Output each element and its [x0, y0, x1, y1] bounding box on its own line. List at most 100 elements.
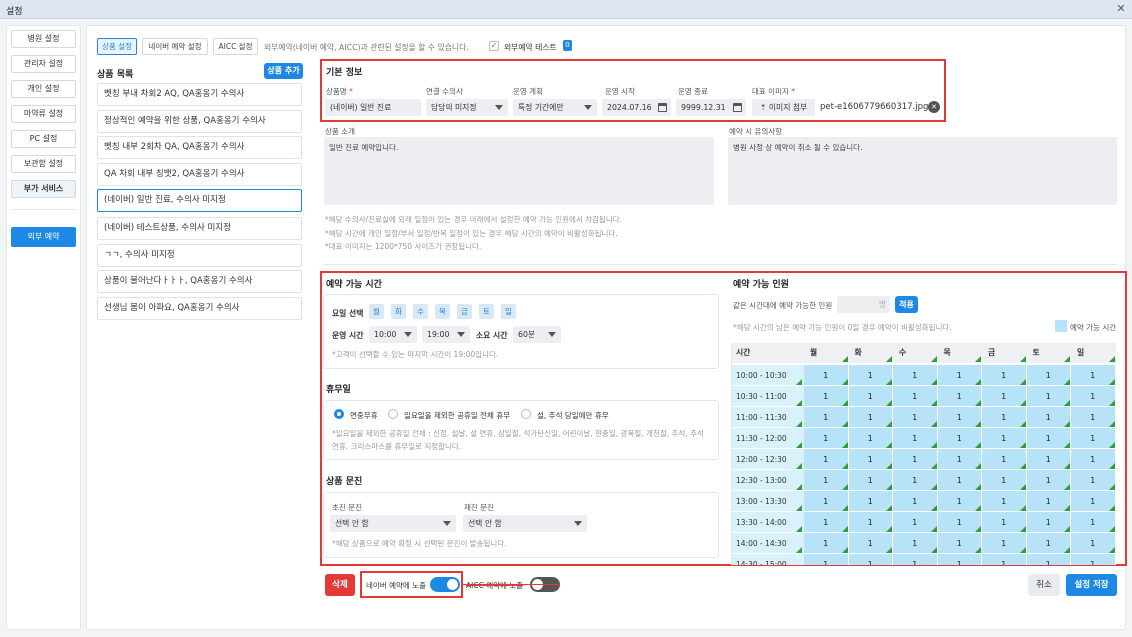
calendar-icon[interactable] [733, 103, 742, 112]
sidebar-item-personal[interactable]: 개인 설정 [11, 80, 76, 98]
op-start-select[interactable]: 10:00 [369, 326, 417, 343]
grid-capacity-cell[interactable]: 1 [1071, 554, 1116, 565]
corner-marker-icon [930, 379, 937, 385]
corner-marker-icon [930, 442, 937, 448]
duration-select[interactable]: 60분 [513, 326, 561, 343]
op-end-select[interactable]: 19:00 [422, 326, 470, 343]
re-quest-select[interactable]: 선택 안 함 [463, 515, 587, 532]
product-item[interactable]: 상품이 불어난다ㅏㅏㅏ, QA홍옹기 수의사 [97, 270, 302, 293]
grid-time-cell: 12:00 - 12:30 [732, 449, 804, 470]
chevron-down-icon [584, 105, 592, 110]
corner-marker-icon [841, 526, 848, 532]
corner-marker-icon [841, 463, 848, 469]
basic-note: *대표 이미지는 1200*750 사이즈가 권장됩니다. [325, 242, 482, 251]
clear-image-icon[interactable]: ✕ [928, 101, 940, 113]
start-date-input[interactable]: 2024.07.16 [602, 99, 671, 116]
save-button[interactable]: 설정 저장 [1066, 574, 1117, 596]
grid-capacity-cell[interactable]: 1 [1026, 554, 1071, 565]
capacity-input[interactable]: 명 [837, 296, 890, 313]
intro-textarea[interactable]: 일반 진료 예약입니다. [324, 137, 714, 205]
tab-product[interactable]: 상품 설정 [97, 38, 137, 55]
holiday-radio-lunar[interactable] [521, 409, 531, 419]
same-time-label: 같은 시간대에 예약 가능한 인원 [733, 301, 833, 310]
ext-test-checkbox[interactable]: ✓ [489, 41, 499, 51]
sidebar-item-hospital[interactable]: 병원 설정 [11, 30, 76, 48]
people-note: *해당 시간의 남은 예약 가능 인원이 0일 경우 예약이 비활성화됩니다. [733, 323, 952, 332]
caution-textarea[interactable]: 병원 사정 상 예약이 취소 될 수 있습니다. [728, 137, 1117, 205]
corner-marker-icon [1108, 356, 1115, 362]
corner-marker-icon [1019, 547, 1026, 553]
ext-test-label: 외부예약 테스트 [504, 43, 557, 52]
corner-marker-icon [886, 505, 892, 511]
grid-capacity-cell[interactable]: 1 [982, 554, 1027, 565]
name-label: 상품명 * [326, 87, 353, 96]
grid-time-cell: 11:30 - 12:00 [732, 428, 804, 449]
product-item[interactable]: 선생님 몸이 아파요, QA홍옹기 수의사 [97, 297, 302, 320]
close-icon[interactable]: ✕ [1114, 2, 1128, 16]
corner-marker-icon [886, 547, 892, 553]
image-filename: pet-e1606779660317.jpg [820, 102, 929, 112]
end-date-input[interactable]: 9999.12.31 [676, 99, 746, 116]
product-item-selected[interactable]: (네이버) 일반 진료, 수의사 미지정 [97, 189, 302, 212]
corner-marker-icon [930, 421, 937, 427]
corner-marker-icon [1064, 526, 1070, 532]
day-wed[interactable]: 수 [413, 304, 428, 319]
first-quest-select[interactable]: 선택 안 함 [330, 515, 456, 532]
corner-marker-icon [886, 421, 892, 427]
day-thu[interactable]: 목 [435, 304, 450, 319]
corner-marker-icon [1019, 356, 1026, 362]
corner-marker-icon [841, 547, 848, 553]
day-sat[interactable]: 토 [479, 304, 494, 319]
corner-marker-icon [841, 484, 848, 490]
product-item[interactable]: 정상적인 예약을 위한 상품, QA홍옹기 수의사 [97, 110, 302, 133]
sidebar-item-admin[interactable]: 관리자 설정 [11, 55, 76, 73]
delete-button[interactable]: 삭제 [325, 574, 355, 596]
corner-marker-icon [975, 526, 981, 532]
sidebar-item-narcotics[interactable]: 마약류 설정 [11, 105, 76, 123]
grid-capacity-cell[interactable]: 1 [937, 554, 982, 565]
corner-marker-icon [1108, 421, 1115, 427]
product-item[interactable]: (네이버) 테스트상품, 수의사 미지정 [97, 217, 302, 240]
people-title: 예약 가능 인원 [733, 280, 789, 290]
corner-marker-icon [841, 505, 848, 511]
vet-select[interactable]: 담당의 미지정 [426, 99, 508, 116]
sidebar-item-pc[interactable]: PC 설정 [11, 130, 76, 148]
day-fri[interactable]: 금 [457, 304, 472, 319]
day-sun[interactable]: 일 [501, 304, 516, 319]
corner-marker-icon [796, 526, 802, 532]
holiday-radio-public[interactable] [388, 409, 398, 419]
tab-naver[interactable]: 네이버 예약 설정 [142, 38, 208, 55]
corner-marker-icon [886, 526, 892, 532]
name-input[interactable]: (네이버) 일반 진료 [325, 99, 421, 116]
grid-capacity-cell[interactable]: 1 [848, 554, 893, 565]
sidebar-item-addon[interactable]: 부가 서비스 [11, 180, 76, 198]
grid-time-cell: 14:00 - 14:30 [732, 533, 804, 554]
corner-marker-icon [1064, 484, 1070, 490]
apply-button[interactable]: 적용 [895, 296, 918, 313]
holiday-radio-none[interactable] [334, 409, 344, 419]
calendar-icon[interactable] [658, 103, 667, 112]
attach-image-button[interactable]: ⇡ 이미지 첨부 [752, 99, 815, 116]
grid-capacity-cell[interactable]: 1 [804, 554, 849, 565]
grid-capacity-cell[interactable]: 1 [893, 554, 938, 565]
first-quest-label: 초진 문진 [332, 503, 362, 512]
corner-marker-icon [1064, 421, 1070, 427]
corner-marker-icon [1108, 484, 1115, 490]
sidebar-item-storage[interactable]: 보관함 설정 [11, 155, 76, 173]
product-item[interactable]: 벳칭 부내 차회2 AQ, QA홍옹기 수의사 [97, 83, 302, 106]
naver-toggle[interactable] [430, 577, 460, 592]
tab-aicc[interactable]: AICC 설정 [213, 38, 258, 55]
corner-marker-icon [796, 547, 802, 553]
corner-marker-icon [1064, 547, 1070, 553]
day-mon[interactable]: 월 [369, 304, 384, 319]
product-item[interactable]: ㄱㄱ, 수의사 미지정 [97, 244, 302, 267]
add-product-button[interactable]: 상품 추가 [264, 63, 303, 79]
product-item[interactable]: 벳칭 내부 2회차 QA, QA홍옹기 수의사 [97, 136, 302, 159]
day-tue[interactable]: 화 [391, 304, 406, 319]
plan-select[interactable]: 특정 기간에만 [513, 99, 597, 116]
product-item[interactable]: QA 차회 내부 칭뱃2, QA홍옹기 수의사 [97, 163, 302, 186]
corner-marker-icon [1108, 505, 1115, 511]
corner-marker-icon [975, 547, 981, 553]
sidebar-item-external[interactable]: 외부 예약 [11, 227, 76, 247]
cancel-button[interactable]: 취소 [1028, 574, 1060, 596]
